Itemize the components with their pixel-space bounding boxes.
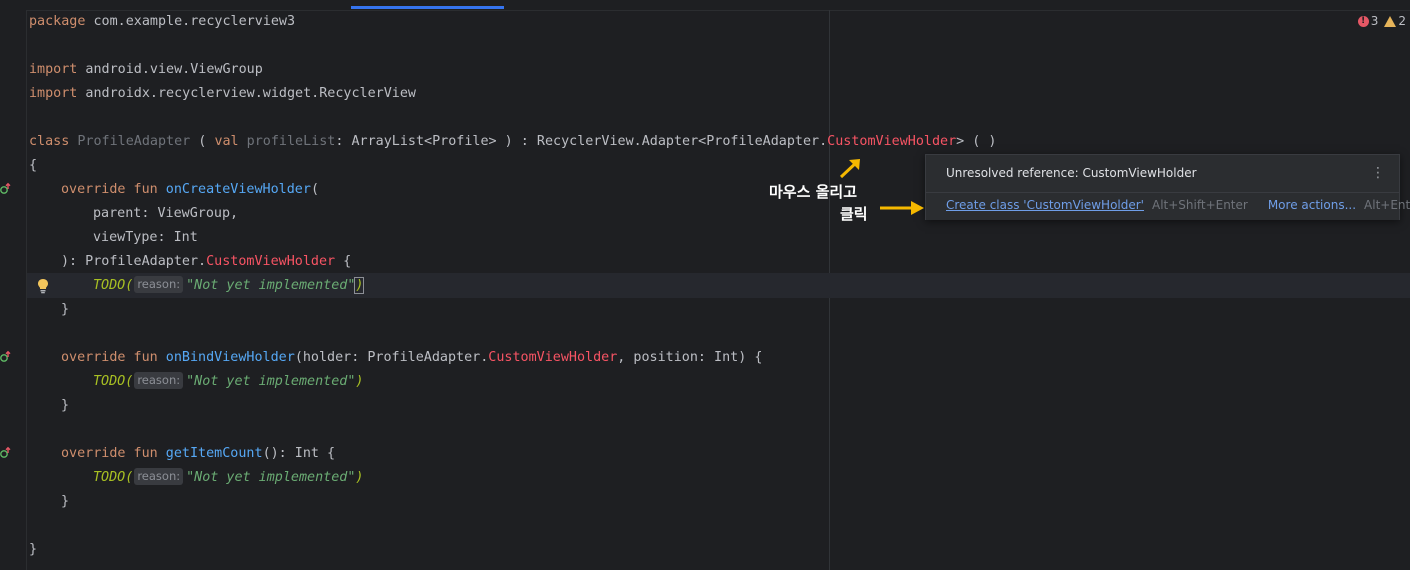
code-line-16[interactable]: TODO(reason: "Not yet implemented") bbox=[93, 370, 363, 394]
param-name: profileList bbox=[238, 134, 336, 149]
create-class-shortcut: Alt+Shift+Enter bbox=[1151, 198, 1248, 212]
code-line-1[interactable]: package com.example.recyclerview3 bbox=[29, 10, 295, 34]
create-class-link[interactable]: Create class 'CustomViewHolder' bbox=[946, 198, 1144, 212]
string-literal: "Not yet implemented" bbox=[186, 374, 356, 389]
code-line-9[interactable]: parent: ViewGroup, bbox=[93, 202, 238, 226]
kebab-menu-icon[interactable]: ⋮ bbox=[1371, 155, 1385, 192]
code-line-19[interactable]: override fun getItemCount(): Int { bbox=[61, 442, 335, 466]
override-marker-icon[interactable] bbox=[0, 349, 14, 363]
code-line-17[interactable]: } bbox=[61, 394, 69, 418]
code-line-3[interactable]: import android.view.ViewGroup bbox=[29, 58, 263, 82]
function-name: onBindViewHolder bbox=[157, 350, 295, 365]
keyword: package bbox=[29, 14, 86, 29]
unresolved-reference[interactable]: CustomViewHolder bbox=[488, 350, 617, 365]
annotation-hover-text: 마우스 올리고 bbox=[769, 183, 858, 201]
code-text: com.example.recyclerview3 bbox=[85, 14, 296, 29]
todo-close-paren: ) bbox=[355, 374, 364, 389]
code-text: ( bbox=[310, 182, 319, 197]
todo-call: TODO( bbox=[93, 374, 134, 389]
error-count[interactable]: ! 3 bbox=[1357, 14, 1379, 28]
code-line-7[interactable]: { bbox=[29, 154, 37, 178]
active-tab-indicator[interactable] bbox=[351, 6, 504, 9]
keyword: import bbox=[29, 62, 78, 77]
popup-actions: Create class 'CustomViewHolder' Alt+Shift… bbox=[926, 192, 1410, 220]
warning-count-value: 2 bbox=[1398, 14, 1406, 28]
keyword: override fun bbox=[61, 182, 158, 197]
todo-call: TODO( bbox=[93, 278, 134, 293]
code-line-4[interactable]: import androidx.recyclerview.widget.Recy… bbox=[29, 82, 416, 106]
lightbulb-icon[interactable] bbox=[37, 278, 49, 294]
code-line-21[interactable]: } bbox=[61, 490, 69, 514]
code-text: (holder: ProfileAdapter. bbox=[294, 350, 489, 365]
code-line-11[interactable]: ): ProfileAdapter.CustomViewHolder { bbox=[61, 250, 351, 274]
parameter-hint: reason: bbox=[134, 372, 184, 389]
more-actions-link[interactable]: More actions... bbox=[1268, 198, 1356, 212]
code-line-23[interactable]: } bbox=[29, 538, 37, 562]
todo-close-paren: ) bbox=[355, 470, 364, 485]
code-line-8[interactable]: override fun onCreateViewHolder( bbox=[61, 178, 319, 202]
arrow-icon bbox=[880, 201, 924, 215]
code-text: > ( ) bbox=[956, 134, 997, 149]
todo-call: TODO( bbox=[93, 470, 134, 485]
warning-icon bbox=[1384, 15, 1397, 27]
string-literal: "Not yet implemented" bbox=[186, 470, 356, 485]
inspection-indicators[interactable]: ! 3 2 bbox=[1357, 14, 1406, 28]
keyword: val bbox=[214, 134, 239, 149]
annotation-click-text: 클릭 bbox=[840, 205, 868, 223]
unresolved-reference[interactable]: CustomViewHolder bbox=[206, 254, 335, 269]
class-name: ProfileAdapter bbox=[69, 134, 191, 149]
parameter-hint: reason: bbox=[134, 468, 184, 485]
more-actions-shortcut: Alt+Enter bbox=[1364, 198, 1410, 212]
override-marker-icon[interactable] bbox=[0, 445, 14, 459]
warning-count[interactable]: 2 bbox=[1384, 14, 1406, 28]
code-line-12[interactable]: TODO(reason: "Not yet implemented") bbox=[93, 274, 365, 298]
code-line-13[interactable]: } bbox=[61, 298, 69, 322]
code-text: androidx.recyclerview.widget.RecyclerVie… bbox=[77, 86, 416, 101]
code-text: { bbox=[335, 254, 352, 269]
error-icon: ! bbox=[1357, 15, 1369, 27]
override-marker-icon[interactable] bbox=[0, 181, 14, 195]
code-text: (): Int { bbox=[262, 446, 336, 461]
function-name: getItemCount bbox=[157, 446, 263, 461]
string-literal: "Not yet implemented" bbox=[186, 278, 356, 293]
code-text: , position: Int) { bbox=[617, 350, 763, 365]
todo-close-paren: ) bbox=[354, 277, 365, 294]
unresolved-reference[interactable]: CustomViewHolder bbox=[827, 134, 956, 149]
popup-header: Unresolved reference: CustomViewHolder ⋮ bbox=[926, 155, 1399, 192]
keyword: override fun bbox=[61, 446, 158, 461]
unresolved-reference-popup: Unresolved reference: CustomViewHolder ⋮… bbox=[925, 154, 1410, 220]
keyword: override fun bbox=[61, 350, 158, 365]
editor-gutter bbox=[0, 10, 27, 570]
function-name: onCreateViewHolder bbox=[157, 182, 311, 197]
code-line-20[interactable]: TODO(reason: "Not yet implemented") bbox=[93, 466, 363, 490]
code-text: android.view.ViewGroup bbox=[77, 62, 263, 77]
error-count-value: 3 bbox=[1370, 14, 1379, 28]
code-line-10[interactable]: viewType: Int bbox=[93, 226, 198, 250]
code-text: ): ProfileAdapter. bbox=[61, 254, 207, 269]
code-line-15[interactable]: override fun onBindViewHolder(holder: Pr… bbox=[61, 346, 762, 370]
arrow-icon bbox=[839, 159, 860, 179]
keyword: class bbox=[29, 134, 70, 149]
keyword: import bbox=[29, 86, 78, 101]
code-text: : ArrayList<Profile> ) : RecyclerView.Ad… bbox=[335, 134, 828, 149]
code-line-6[interactable]: class ProfileAdapter ( val profileList: … bbox=[29, 130, 996, 154]
code-text: ( bbox=[190, 134, 215, 149]
popup-title: Unresolved reference: CustomViewHolder bbox=[946, 166, 1197, 180]
parameter-hint: reason: bbox=[134, 276, 184, 293]
